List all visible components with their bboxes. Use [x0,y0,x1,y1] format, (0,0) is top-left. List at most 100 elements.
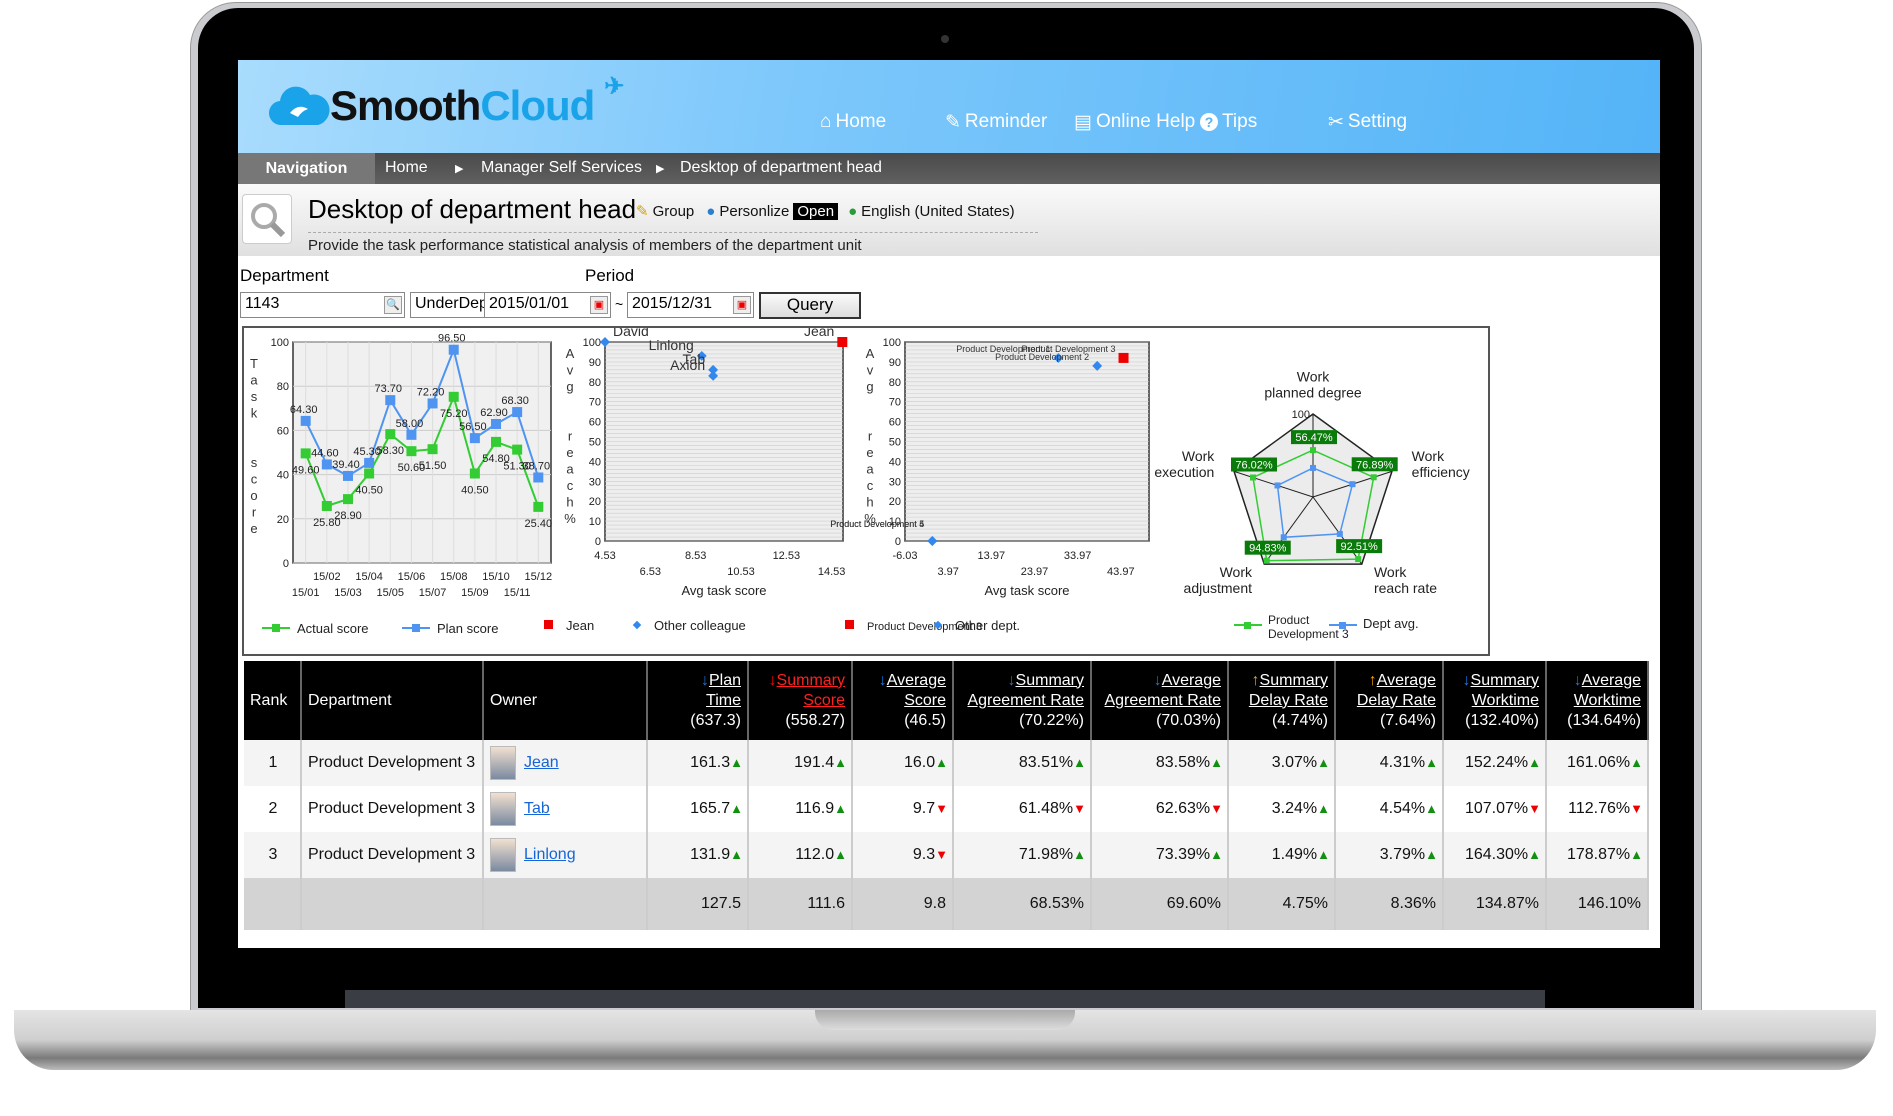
navigation-button[interactable]: Navigation [238,153,375,184]
sortable-column-header[interactable]: ↑Summary Delay Rate (4.74%) [1228,661,1336,740]
calendar-icon[interactable]: ▣ [733,296,751,314]
data-label: 28.90 [334,510,362,522]
sortable-column-header[interactable]: ↓Average Worktime (134.64%) [1546,661,1649,740]
owner-link[interactable]: Tab [524,800,550,818]
legend-marker [412,624,420,632]
breadcrumb-manager-self-services[interactable]: Manager Self Services [481,159,642,177]
query-button[interactable]: Query [759,292,861,319]
y-axis-label: % [564,511,576,526]
legend-label: Product [1268,613,1310,627]
value-cell: 61.48%▼ [953,786,1092,832]
breadcrumb-home[interactable]: Home [385,159,428,177]
data-point [469,433,480,444]
value-cell: 73.39%▲ [1091,832,1229,878]
nav-setting[interactable]: ✂ Setting [1328,111,1407,134]
trend-down-icon: ▼ [935,801,948,816]
value-cell: 9.3▼ [852,832,954,878]
department-cell: Product Development 3 [301,786,484,832]
period-separator: ~ [615,296,624,312]
personalize-link[interactable]: Personlize [719,203,789,220]
plane-icon: ✈ [604,72,624,100]
period-to-input[interactable]: 2015/12/31 ▣ [627,292,754,318]
owner-link[interactable]: Linlong [524,846,576,864]
y-tick-label: 0 [895,536,901,548]
value: 161.3 [690,754,731,771]
nav-tips[interactable]: ? Tips [1200,111,1257,133]
header-line1: Summary [776,671,845,689]
sortable-column-header[interactable]: ↓Summary Worktime (132.40%) [1443,661,1547,740]
y-tick-label: 70 [889,397,901,409]
sortable-column-header[interactable]: ↓Plan Time (637.3) [647,661,749,740]
x-tick-label: 33.97 [1064,550,1092,562]
sortable-column-header[interactable]: ↓Average Score (46.5) [852,661,954,740]
data-point [491,418,502,429]
nav-home[interactable]: ⌂ Home [820,111,886,133]
data-point [385,429,396,440]
department-label: Department [240,266,329,285]
y-axis-label: g [566,379,573,394]
header-line2: Agreement Rate [967,691,1084,709]
total-cell: 127.5 [647,878,749,930]
value: 107.07% [1464,800,1529,817]
data-label: 40.50 [355,484,383,496]
value-cell: 161.3▲ [647,740,749,786]
department-cell: Product Development 3 [301,740,484,786]
rank-cell: 1 [244,740,302,786]
y-axis-label: A [866,346,875,361]
legend-label: Development 3 [1268,627,1349,641]
value: 62.63% [1155,800,1211,817]
y-tick-label: 30 [589,476,601,488]
x-tick-label: 15/12 [525,571,553,583]
table-row: 2 Product Development 3 Tab 165.7▲ 116.9▲ 9.7… [244,786,1649,832]
table-row: 1 Product Development 3 Jean 161.3▲ 191.4▲ 16… [244,740,1649,786]
x-axis-label: Avg task score [681,583,766,598]
logo[interactable]: Smooth Cloud ✈ [268,73,624,130]
legend-marker [1339,622,1346,629]
open-badge[interactable]: Open [793,202,839,220]
legend-label: Other colleague [654,618,746,633]
y-axis-label: h [566,495,573,510]
data-point [406,446,417,457]
sortable-column-header[interactable]: ↓Summary Score (558.27) [748,661,853,740]
breadcrumb-current: Desktop of department head [680,159,882,176]
value: 178.87% [1566,846,1631,863]
header: Smooth Cloud ✈ ⌂ Home ✎ Reminder ▤ Online He… [238,60,1660,153]
owner: Jean [490,746,642,780]
language-link[interactable]: English (United States) [861,203,1014,220]
calendar-icon[interactable]: ▣ [590,296,608,314]
radar-data-label: 94.83% [1249,543,1287,555]
sort-arrow-icon: ↓ [878,671,887,689]
radar-axis-label: efficiency [1412,464,1470,480]
trend-up-icon: ▲ [1425,847,1438,862]
sortable-column-header[interactable]: ↓Average Agreement Rate (70.03%) [1091,661,1229,740]
header-line1: Average [1161,671,1221,689]
nav-reminder[interactable]: ✎ Reminder [945,111,1047,134]
sortable-column-header[interactable]: ↑Average Delay Rate (7.64%) [1335,661,1444,740]
y-axis-label: e [250,521,257,536]
trend-up-icon: ▲ [1425,801,1438,816]
owner-link[interactable]: Jean [524,754,559,772]
group-link[interactable]: Group [653,203,695,220]
department-input[interactable]: 1143 🔍 [240,292,405,318]
value: 61.48% [1018,800,1074,817]
period-from-input[interactable]: 2015/01/01 ▣ [484,292,611,318]
x-tick-label: 15/10 [482,571,510,583]
radar-point [1310,464,1316,471]
radar-axis-label: planned degree [1264,384,1362,400]
lookup-icon[interactable]: 🔍 [384,296,402,314]
sort-arrow-icon: ↓ [1153,671,1162,689]
trend-up-icon: ▲ [730,847,743,862]
y-tick-label: 100 [583,337,601,349]
data-label: 45.30 [353,446,381,458]
radar-point [1370,474,1377,481]
header-total: (70.22%) [1019,711,1084,729]
header-line2: Score [803,691,845,709]
nav-online-help[interactable]: ▤ Online Help [1074,111,1195,134]
y-axis-label: v [867,363,874,378]
y-tick-label: 50 [589,437,601,449]
x-axis-label: Avg task score [984,583,1069,598]
y-tick-label: 60 [589,417,601,429]
avatar [490,792,516,826]
sortable-column-header[interactable]: ↓Summary Agreement Rate (70.22%) [953,661,1092,740]
data-point [321,459,332,470]
